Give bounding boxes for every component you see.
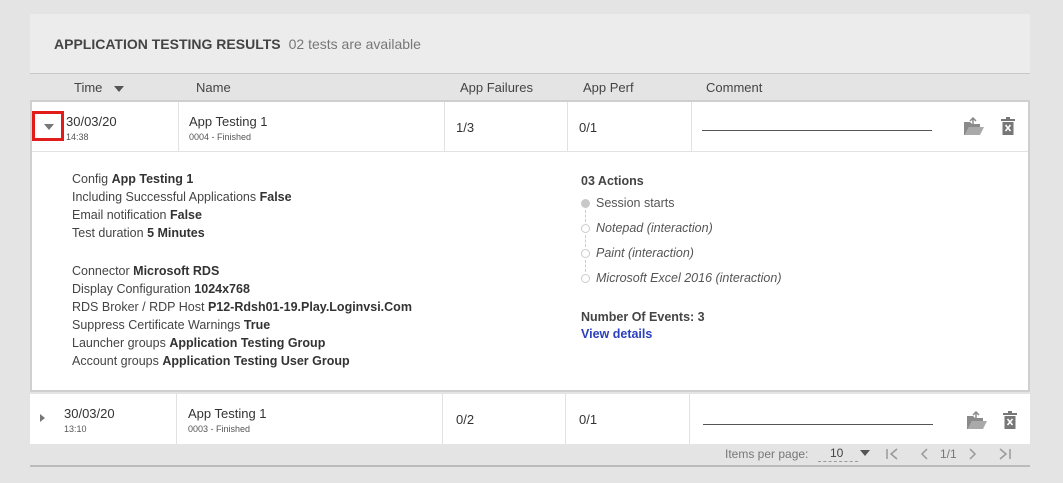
detail-config: Config App Testing 1 — [72, 172, 194, 186]
row-app-failures: 1/3 — [456, 120, 475, 135]
row-app-failures: 0/2 — [456, 412, 475, 427]
table-row: 30/03/20 14:38 App Testing 1 0004 - Fini… — [30, 100, 1030, 392]
previous-page-icon[interactable] — [919, 448, 929, 460]
action-item: Session starts — [596, 196, 675, 210]
panel-header: APPLICATION TESTING RESULTS 02 tests are… — [30, 14, 1030, 74]
cell-name: App Testing 1 0004 - Finished — [179, 102, 445, 152]
cell-app-perf: 0/1 — [568, 102, 692, 152]
cell-app-perf: 0/1 — [566, 394, 690, 444]
cell-comment — [692, 102, 1028, 152]
first-page-icon[interactable] — [885, 448, 899, 460]
detail-email: Email notification False — [72, 208, 202, 222]
detail-rds: RDS Broker / RDP Host P12-Rdsh01-19.Play… — [72, 300, 412, 314]
row-date: 30/03/20 — [64, 406, 115, 421]
action-item: Paint (interaction) — [596, 246, 694, 260]
next-page-icon[interactable] — [968, 448, 978, 460]
column-time-label: Time — [74, 80, 103, 95]
column-name[interactable]: Name — [196, 80, 231, 95]
trash-icon[interactable] — [1003, 411, 1017, 429]
detail-account: Account groups Application Testing User … — [72, 354, 350, 368]
trash-icon[interactable] — [1001, 117, 1015, 135]
timeline-dot-icon — [581, 199, 590, 208]
cell-comment — [690, 394, 1030, 444]
cell-time: 30/03/20 14:38 — [32, 102, 179, 152]
row-status: 0004 - Finished — [189, 132, 252, 142]
folder-open-icon[interactable] — [963, 117, 985, 137]
chevron-down-icon[interactable] — [860, 450, 870, 456]
results-panel: APPLICATION TESTING RESULTS 02 tests are… — [30, 14, 1030, 469]
cell-app-failures: 1/3 — [445, 102, 568, 152]
tests-count: 02 tests are available — [288, 35, 421, 52]
timeline-dot-icon — [581, 274, 590, 283]
detail-connector: Connector Microsoft RDS — [72, 264, 220, 278]
row-details: Config App Testing 1 Including Successfu… — [32, 152, 1028, 392]
items-per-page-value: 10 — [830, 446, 844, 460]
cell-name: App Testing 1 0003 - Finished — [177, 394, 443, 444]
row-status: 0003 - Finished — [188, 424, 251, 434]
page-title: APPLICATION TESTING RESULTS — [54, 35, 281, 52]
detail-duration: Test duration 5 Minutes — [72, 226, 205, 240]
items-per-page-label: Items per page: — [725, 447, 809, 461]
column-time[interactable]: Time — [74, 80, 125, 95]
timeline-connector — [585, 210, 586, 222]
events-count: Number Of Events: 3 — [581, 310, 705, 324]
timeline-dot-icon — [581, 249, 590, 258]
folder-open-icon[interactable] — [966, 411, 988, 431]
detail-suppress: Suppress Certificate Warnings True — [72, 318, 271, 332]
row-summary[interactable]: 30/03/20 14:38 App Testing 1 0004 - Fini… — [32, 102, 1028, 152]
row-date: 30/03/20 — [66, 114, 117, 129]
view-details-link[interactable]: View details — [581, 327, 652, 341]
cell-time: 30/03/20 13:10 — [30, 394, 177, 444]
row-name: App Testing 1 — [189, 114, 268, 129]
page-range: 1/1 — [940, 447, 957, 461]
table-row[interactable]: 30/03/20 13:10 App Testing 1 0003 - Fini… — [30, 394, 1030, 444]
timeline-connector — [585, 235, 586, 247]
timeline-connector — [585, 260, 586, 272]
column-app-perf[interactable]: App Perf — [583, 80, 634, 95]
comment-input[interactable] — [702, 130, 932, 131]
sort-desc-icon[interactable] — [114, 86, 125, 92]
detail-including: Including Successful Applications False — [72, 190, 292, 204]
row-summary[interactable]: 30/03/20 13:10 App Testing 1 0003 - Fini… — [30, 394, 1030, 444]
timeline-dot-icon — [581, 224, 590, 233]
row-name: App Testing 1 — [188, 406, 267, 421]
column-comment[interactable]: Comment — [706, 80, 762, 95]
column-app-failures[interactable]: App Failures — [460, 80, 533, 95]
detail-display: Display Configuration 1024x768 — [72, 282, 250, 296]
detail-launcher: Launcher groups Application Testing Grou… — [72, 336, 326, 350]
action-item: Microsoft Excel 2016 (interaction) — [596, 271, 782, 285]
last-page-icon[interactable] — [998, 448, 1012, 460]
actions-title: 03 Actions — [581, 174, 644, 188]
row-app-perf: 0/1 — [579, 412, 598, 427]
comment-input[interactable] — [703, 424, 933, 425]
items-per-page-select[interactable]: 10 — [818, 444, 858, 462]
row-time: 14:38 — [66, 132, 89, 142]
footer-divider — [30, 465, 1030, 467]
action-item: Notepad (interaction) — [596, 221, 713, 235]
table-header: Time Name App Failures App Perf Comment — [30, 74, 1030, 100]
row-time: 13:10 — [64, 424, 87, 434]
cell-app-failures: 0/2 — [443, 394, 566, 444]
row-app-perf: 0/1 — [579, 120, 598, 135]
